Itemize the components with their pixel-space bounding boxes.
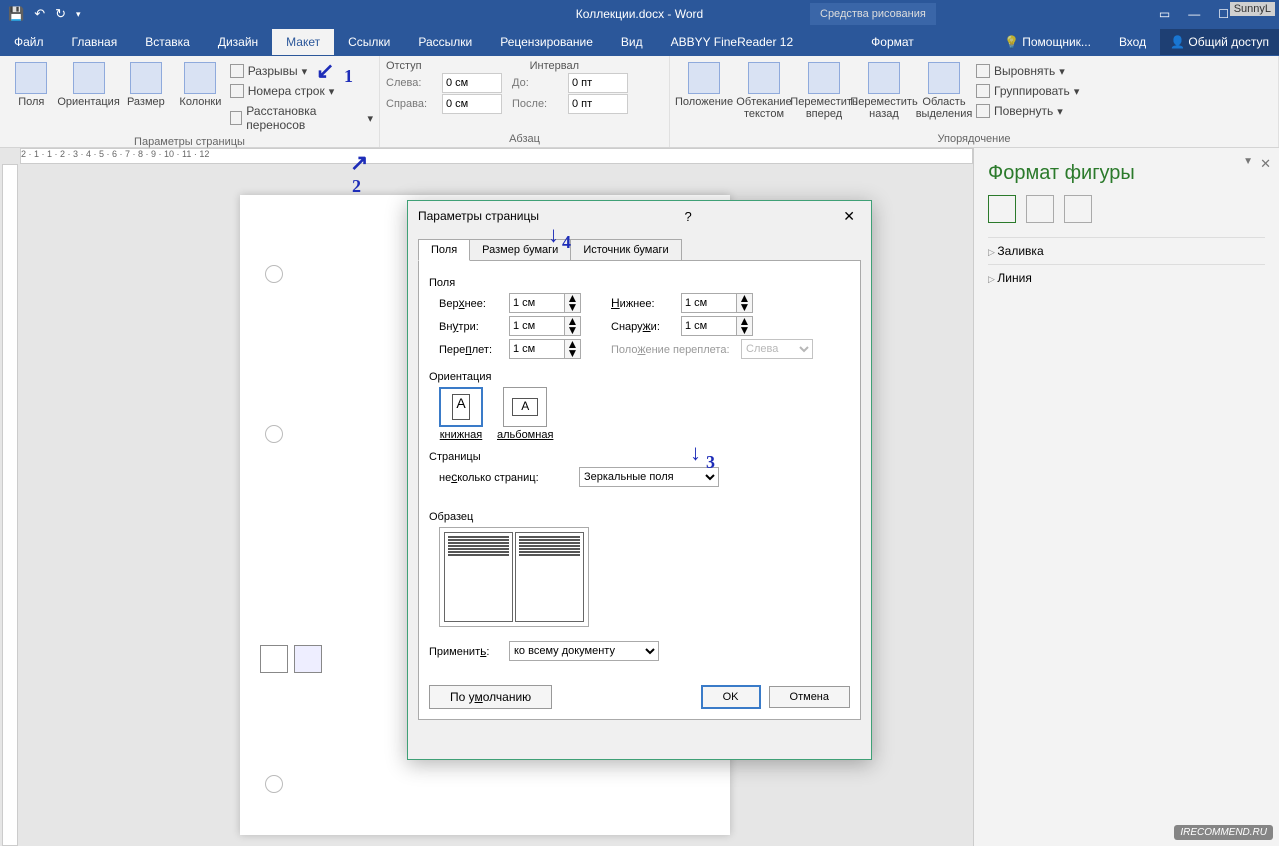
minimize-icon[interactable]: — [1188, 7, 1200, 21]
user-badge: SunnyL [1230, 2, 1275, 16]
dialog-help-icon[interactable]: ? [679, 209, 698, 224]
ribbon-tabs: Файл Главная Вставка Дизайн Макет Ссылки… [0, 28, 1279, 56]
ribbon-display-icon[interactable]: ▭ [1159, 7, 1170, 21]
page-setup-dialog: Параметры страницы ? ✕ Поля Размер бумаг… [407, 200, 872, 760]
default-button[interactable]: По умолчанию [429, 685, 552, 709]
multiple-pages-select[interactable]: Зеркальные поля [579, 467, 719, 487]
top-margin-input[interactable] [509, 293, 565, 313]
titlebar: 💾 ↶ ↻ ▾ Коллекции.docx - Word Средства р… [0, 0, 1279, 28]
tab-mailings[interactable]: Рассылки [404, 29, 486, 55]
page-hole [265, 425, 283, 443]
columns-button[interactable]: Колонки [175, 60, 226, 110]
margin-preview [439, 527, 589, 627]
redo-icon[interactable]: ↻ [55, 6, 66, 22]
fill-line-icon[interactable] [988, 195, 1016, 223]
qat-more-icon[interactable]: ▾ [76, 9, 81, 20]
tab-file[interactable]: Файл [0, 29, 58, 55]
hyphenation-button[interactable]: Расстановка переносов ▾ [230, 102, 373, 134]
selection-pane-button[interactable]: Область выделения [916, 60, 972, 122]
save-icon[interactable]: 💾 [8, 6, 24, 22]
dialog-tab-paper[interactable]: Размер бумаги [469, 239, 571, 261]
vertical-ruler[interactable] [2, 164, 18, 846]
ribbon: Поля Ориентация Размер Колонки Разрывы ▾… [0, 56, 1279, 148]
spacing-before-input[interactable] [568, 73, 628, 93]
outside-margin-input[interactable] [681, 316, 737, 336]
align-button[interactable]: Выровнять ▾ [976, 62, 1079, 80]
panel-close-icon[interactable]: ✕ [1260, 156, 1271, 172]
page-hole [265, 775, 283, 793]
watermark: IRECOMMEND.RU [1174, 825, 1273, 840]
indent-right-input[interactable] [442, 94, 502, 114]
tab-home[interactable]: Главная [58, 29, 132, 55]
portrait-button[interactable]: A книжная [439, 387, 483, 441]
wrap-text-button[interactable]: Обтекание текстом [736, 60, 792, 122]
paragraph-group-label: Абзац [386, 131, 663, 145]
dialog-close-icon[interactable]: ✕ [837, 208, 861, 225]
page-setup-group-label: Параметры страницы [6, 134, 373, 148]
position-button[interactable]: Положение [676, 60, 732, 110]
shape-selection[interactable] [260, 645, 322, 673]
bottom-margin-input[interactable] [681, 293, 737, 313]
format-shape-panel: ▼ ✕ Формат фигуры Заливка Линия [973, 148, 1279, 846]
tab-view[interactable]: Вид [607, 29, 657, 55]
orientation-button[interactable]: Ориентация [61, 60, 117, 110]
inside-margin-input[interactable] [509, 316, 565, 336]
panel-title: Формат фигуры [988, 162, 1265, 185]
page-hole [265, 265, 283, 283]
arrange-group-label: Упорядочение [676, 131, 1272, 145]
share-button[interactable]: 👤 Общий доступ [1160, 29, 1279, 55]
tab-insert[interactable]: Вставка [131, 29, 204, 55]
apply-to-select[interactable]: ко всему документу [509, 641, 659, 661]
line-expander[interactable]: Линия [988, 264, 1265, 291]
top-margin-label: Верхнее: [439, 296, 509, 310]
bring-forward-button[interactable]: Переместить вперед [796, 60, 852, 122]
gutter-input[interactable] [509, 339, 565, 359]
login-link[interactable]: Вход [1105, 29, 1160, 55]
landscape-button[interactable]: A альбомная [497, 387, 553, 441]
document-title: Коллекции.docx - Word [576, 7, 703, 21]
indent-left-input[interactable] [442, 73, 502, 93]
horizontal-ruler[interactable]: 2 · 1 · 1 · 2 · 3 · 4 · 5 · 6 · 7 · 8 · … [20, 148, 973, 164]
group-button[interactable]: Группировать ▾ [976, 82, 1079, 100]
effects-icon[interactable] [1026, 195, 1054, 223]
dialog-title: Параметры страницы [418, 209, 539, 223]
line-numbers-button[interactable]: Номера строк ▾ [230, 82, 373, 100]
fill-expander[interactable]: Заливка [988, 237, 1265, 264]
spacing-after-input[interactable] [568, 94, 628, 114]
tab-references[interactable]: Ссылки [334, 29, 404, 55]
tab-abbyy[interactable]: ABBYY FineReader 12 [657, 29, 808, 55]
cancel-button[interactable]: Отмена [769, 686, 850, 708]
undo-icon[interactable]: ↶ [34, 6, 45, 22]
tab-layout[interactable]: Макет [272, 29, 334, 55]
gutter-position-select: Слева [741, 339, 813, 359]
maximize-icon[interactable]: ☐ [1218, 7, 1229, 21]
breaks-button[interactable]: Разрывы ▾ [230, 62, 373, 80]
margins-button[interactable]: Поля [6, 60, 57, 110]
rotate-button[interactable]: Повернуть ▾ [976, 102, 1079, 120]
dialog-tab-margins[interactable]: Поля [418, 239, 470, 261]
ok-button[interactable]: OK [701, 685, 761, 709]
tab-format[interactable]: Формат [857, 29, 928, 55]
dialog-tab-source[interactable]: Источник бумаги [570, 239, 681, 261]
drawing-tools-tab[interactable]: Средства рисования [810, 3, 936, 25]
tab-review[interactable]: Рецензирование [486, 29, 607, 55]
tab-design[interactable]: Дизайн [204, 29, 272, 55]
size-props-icon[interactable] [1064, 195, 1092, 223]
panel-dropdown-icon[interactable]: ▼ [1243, 156, 1253, 167]
tell-me[interactable]: 💡 Помощник... [990, 29, 1105, 55]
send-backward-button[interactable]: Переместить назад [856, 60, 912, 122]
size-button[interactable]: Размер [121, 60, 172, 110]
